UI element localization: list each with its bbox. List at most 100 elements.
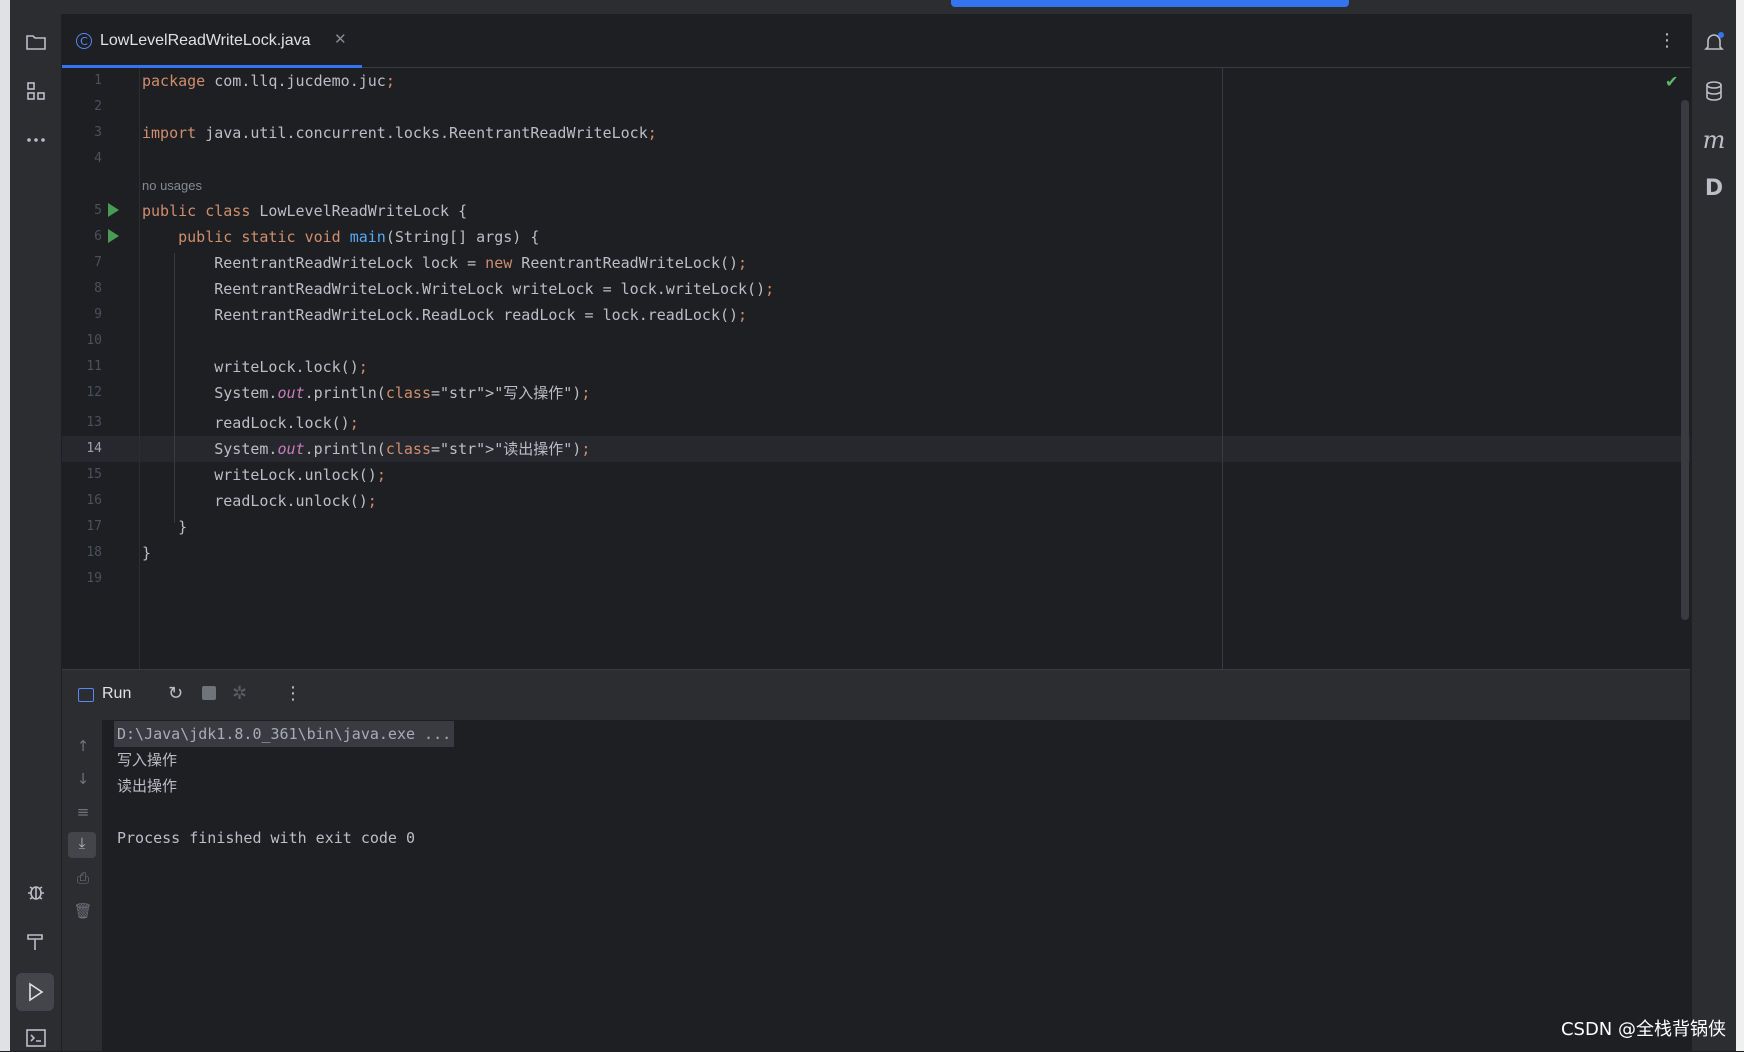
run-options-icon[interactable]: ⋮: [284, 683, 302, 704]
stop-icon[interactable]: [202, 686, 216, 700]
code-line[interactable]: 19: [62, 566, 1662, 592]
watermark: CSDN @全栈背锅侠: [1560, 1019, 1726, 1040]
line-number: 2: [94, 99, 102, 114]
code-line[interactable]: 5 public class LowLevelReadWriteLock {: [62, 198, 1662, 224]
code-text: ReentrantReadWriteLock.WriteLock writeLo…: [142, 280, 775, 298]
debug-bug-icon[interactable]: [22, 878, 50, 906]
code-line[interactable]: 4: [62, 146, 1662, 172]
scroll-down-icon[interactable]: ↓: [72, 768, 94, 790]
build-hammer-icon[interactable]: [22, 928, 50, 956]
close-tab-icon[interactable]: ✕: [334, 30, 347, 48]
line-number: 5: [94, 203, 102, 218]
maven-icon[interactable]: m: [1700, 126, 1728, 154]
rerun-icon[interactable]: ↻: [168, 683, 183, 704]
line-number: 6: [94, 229, 102, 244]
left-tool-window-bar: [10, 14, 62, 1051]
structure-icon[interactable]: [22, 77, 50, 105]
code-line[interactable]: 15 writeLock.unlock();: [62, 462, 1662, 488]
terminal-icon[interactable]: [22, 1024, 50, 1052]
code-line[interactable]: 9 ReentrantReadWriteLock.ReadLock readLo…: [62, 302, 1662, 328]
project-folder-icon[interactable]: [22, 28, 50, 56]
soft-wrap-icon[interactable]: ≡: [72, 801, 94, 823]
tab-options-icon[interactable]: ⋮: [1658, 30, 1676, 51]
code-text: public static void main(String[] args) {: [178, 228, 540, 246]
run-console[interactable]: [62, 720, 1690, 1051]
line-number: 12: [86, 385, 102, 400]
run-gutter-icon[interactable]: [108, 229, 119, 243]
line-number: 11: [86, 359, 102, 374]
more-tools-icon[interactable]: [22, 126, 50, 154]
scroll-to-end-icon[interactable]: ⤓: [68, 832, 96, 858]
code-line[interactable]: 3 import java.util.concurrent.locks.Reent…: [62, 120, 1662, 146]
code-text: }: [142, 518, 188, 536]
clear-trash-icon[interactable]: 🗑: [72, 900, 94, 922]
scroll-up-icon[interactable]: ↑: [72, 735, 94, 757]
debug-attach-icon[interactable]: ✲: [232, 683, 247, 704]
code-line[interactable]: 18}: [62, 540, 1662, 566]
left-window-edge: [0, 0, 10, 1051]
run-window-icon: [78, 688, 94, 702]
print-icon[interactable]: ⎙: [72, 867, 94, 889]
right-tool-window-bar: m D: [1691, 14, 1737, 1051]
line-number: 4: [94, 151, 102, 166]
java-class-icon: C: [76, 33, 92, 49]
code-text: readLock.unlock();: [142, 492, 377, 510]
code-line[interactable]: 10: [62, 328, 1662, 354]
code-text: writeLock.unlock();: [142, 466, 386, 484]
code-text: ReentrantReadWriteLock.ReadLock readLock…: [142, 306, 748, 324]
code-text: }: [142, 544, 152, 562]
code-line[interactable]: 13 readLock.lock();: [62, 410, 1662, 436]
title-bar: [10, 0, 1736, 14]
code-line[interactable]: 12 System.out.println(class="str">"写入操作"…: [62, 380, 1662, 406]
line-number: 19: [86, 571, 102, 586]
run-panel-header: Run ↻ ✲ ⋮: [62, 669, 1690, 720]
console-output-line: 写入操作: [117, 751, 178, 769]
line-number: 17: [86, 519, 102, 534]
code-line[interactable]: 16 readLock.unlock();: [62, 488, 1662, 514]
line-number: 8: [94, 281, 102, 296]
run-console-toolbar: ↑ ↓ ≡ ⤓ ⎙ 🗑: [62, 720, 102, 1051]
editor-tab[interactable]: C LowLevelReadWriteLock.java ✕: [62, 14, 362, 68]
code-line[interactable]: 14 System.out.println(class="str">"读出操作"…: [62, 436, 1662, 462]
code-line[interactable]: 6 public static void main(String[] args)…: [62, 224, 1662, 250]
database-icon[interactable]: [1700, 77, 1728, 105]
right-window-edge: [1736, 0, 1744, 1051]
line-number: 13: [86, 415, 102, 430]
code-line[interactable]: 8 ReentrantReadWriteLock.WriteLock write…: [62, 276, 1662, 302]
line-number: 7: [94, 255, 102, 270]
d-plugin-icon[interactable]: D: [1700, 174, 1728, 202]
code-text: package com.llq.jucdemo.juc;: [142, 72, 395, 90]
line-number: 1: [94, 73, 102, 88]
line-number: 10: [86, 333, 102, 348]
no-usages-hint: no usages: [142, 178, 202, 193]
code-text: readLock.lock();: [142, 414, 359, 432]
no-problems-check-icon: ✔: [1665, 72, 1679, 91]
run-gutter-icon[interactable]: [108, 203, 119, 217]
code-text: public class LowLevelReadWriteLock {: [142, 202, 468, 220]
title-bar-accent: [951, 0, 1349, 7]
code-text: System.out.println(class="str">"读出操作");: [142, 440, 591, 458]
code-line[interactable]: 7 ReentrantReadWriteLock lock = new Reen…: [62, 250, 1662, 276]
console-output-line: 读出操作: [117, 777, 178, 795]
line-number: 18: [86, 545, 102, 560]
line-number: 3: [94, 125, 102, 140]
console-exit-line: Process finished with exit code 0: [117, 829, 416, 847]
code-text: System.out.println(class="str">"写入操作");: [142, 384, 591, 402]
line-number: 16: [86, 493, 102, 508]
code-text: ReentrantReadWriteLock lock = new Reentr…: [142, 254, 748, 272]
line-number: 9: [94, 307, 102, 322]
code-line[interactable]: 17 }: [62, 514, 1662, 540]
editor-scrollbar[interactable]: [1681, 100, 1689, 620]
code-text: import java.util.concurrent.locks.Reentr…: [142, 124, 657, 142]
line-number: 14: [86, 441, 102, 456]
tab-label: LowLevelReadWriteLock.java: [100, 32, 311, 49]
console-command-line: D:\Java\jdk1.8.0_361\bin\java.exe ...: [114, 721, 455, 747]
notifications-bell-icon[interactable]: [1700, 28, 1728, 56]
code-line[interactable]: 2: [62, 94, 1662, 120]
run-tool-icon[interactable]: [16, 973, 54, 1011]
code-line[interactable]: 11 writeLock.lock();: [62, 354, 1662, 380]
run-panel-title: Run: [102, 685, 132, 702]
code-line[interactable]: 1 package com.llq.jucdemo.juc;: [62, 68, 1662, 94]
editor-tab-bar: C LowLevelReadWriteLock.java ✕ ⋮: [62, 14, 1690, 68]
line-number: 15: [86, 467, 102, 482]
